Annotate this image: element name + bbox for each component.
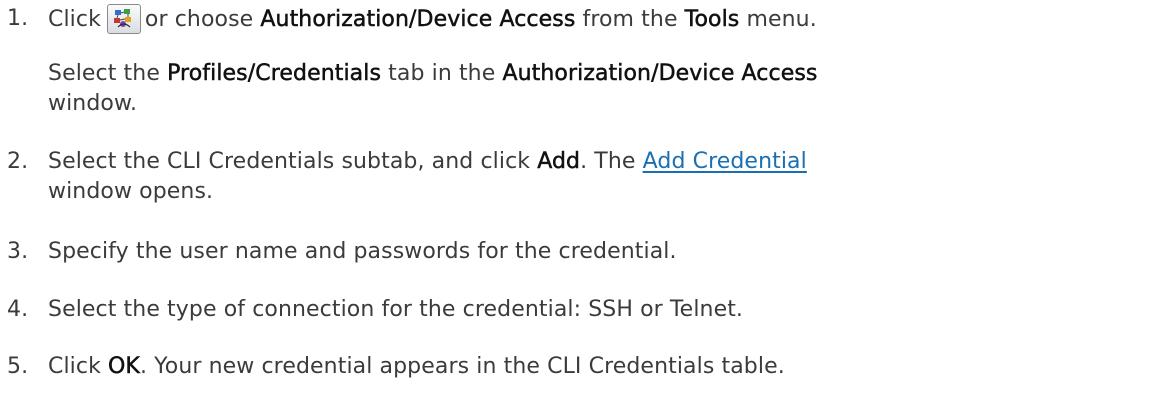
- step-line: window opens.: [48, 177, 1143, 207]
- step-number: 5.: [7, 354, 29, 379]
- step-number: 3.: [7, 239, 29, 264]
- step-number: 1.: [7, 6, 29, 31]
- step-text: Specify the user name and passwords for …: [48, 239, 677, 264]
- button-name: Add: [537, 149, 581, 175]
- step-body: Click or choose Authorization/Device Acc…: [48, 4, 1143, 34]
- step-text: menu.: [739, 7, 817, 32]
- menu-name: Tools: [684, 7, 740, 33]
- document-steps: 1. Click or choose Authorization/Device …: [0, 0, 1156, 403]
- step-text: Select the: [48, 61, 168, 86]
- step-number: 4.: [7, 297, 29, 322]
- step-text: window opens.: [48, 179, 214, 204]
- step-text: Click: [48, 354, 109, 379]
- step-text: Select the CLI Credentials subtab, and c…: [48, 149, 538, 174]
- step-text: . Your new credential appears in the CLI…: [139, 354, 785, 379]
- step-line: Select the CLI Credentials subtab, and c…: [48, 147, 1143, 177]
- step-text: . The: [580, 149, 643, 174]
- step-text: from the: [575, 7, 685, 32]
- tab-name: Profiles/Credentials: [167, 61, 382, 87]
- step-text: Select the type of connection for the cr…: [48, 297, 744, 322]
- menu-item-name: Authorization/Device Access: [260, 7, 576, 33]
- add-credential-link[interactable]: Add Credential: [643, 149, 807, 174]
- step-body: Specify the user name and passwords for …: [48, 237, 1143, 267]
- step-text: window.: [48, 91, 138, 116]
- step-line: Click OK. Your new credential appears in…: [48, 352, 1143, 382]
- step-text: tab in the: [381, 61, 503, 86]
- step-body: Select the type of connection for the cr…: [48, 295, 1143, 325]
- window-name: Authorization/Device Access: [502, 61, 818, 87]
- authorization-device-access-toolbar-icon[interactable]: [106, 4, 141, 34]
- step-line: Click or choose Authorization/Device Acc…: [48, 4, 1143, 34]
- step-body: Select the Profiles/Credentials tab in t…: [48, 59, 1143, 119]
- step-body: Click OK. Your new credential appears in…: [48, 352, 1143, 382]
- step-text: Click: [48, 7, 101, 32]
- step-number: 2.: [7, 149, 29, 174]
- step-line: Select the Profiles/Credentials tab in t…: [48, 59, 1143, 89]
- step-line: window.: [48, 89, 1143, 119]
- step-body: Select the CLI Credentials subtab, and c…: [48, 147, 1143, 207]
- step-text: or choose: [144, 7, 261, 32]
- button-name: OK: [108, 354, 140, 380]
